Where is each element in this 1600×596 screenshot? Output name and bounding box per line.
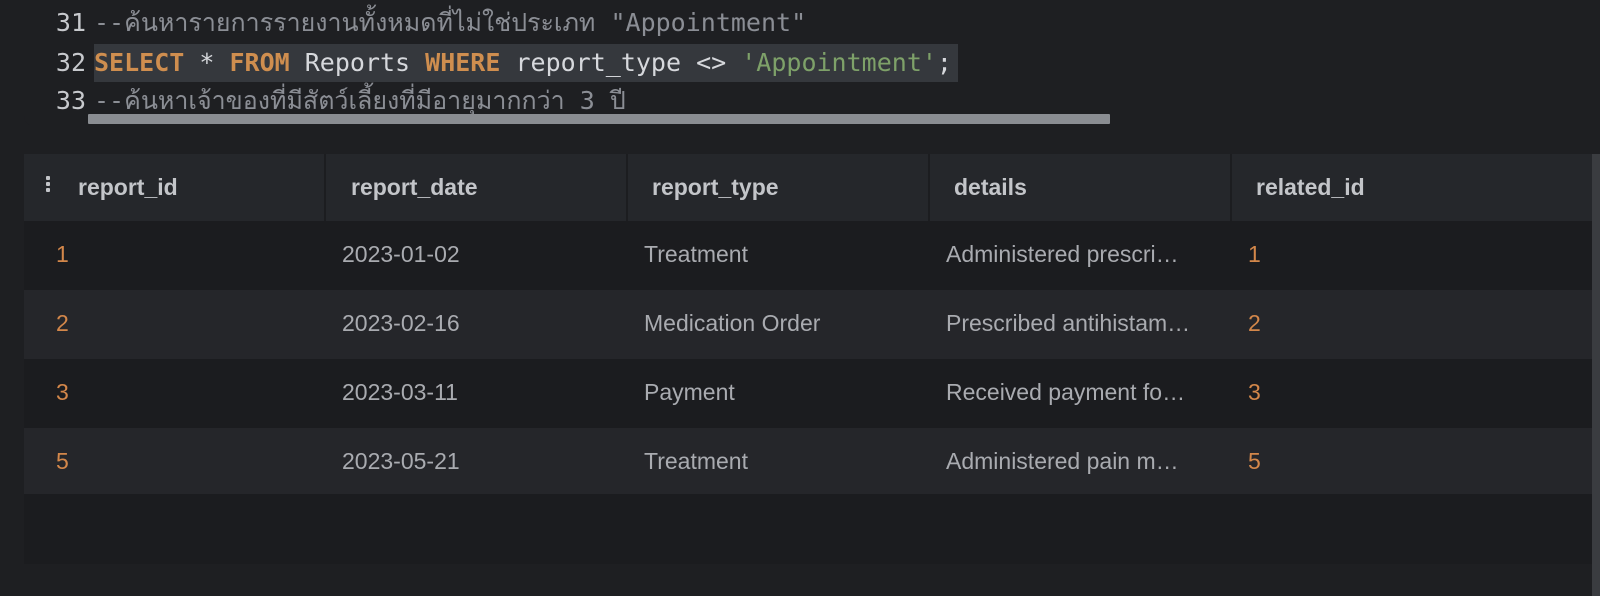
sql-text: * (184, 48, 230, 77)
cell-details[interactable]: Administered prescri… (930, 221, 1232, 290)
column-header-label: related_id (1256, 174, 1365, 200)
cell-report-id[interactable]: 1 (24, 221, 326, 290)
cell-report-id[interactable]: 5 (24, 428, 326, 497)
grid-header: report_id report_date report_type detail… (24, 154, 1600, 221)
cell-report-type[interactable]: Treatment (628, 221, 930, 290)
cell-related-id[interactable]: 2 (1232, 290, 1600, 359)
sql-text: Reports (289, 48, 426, 77)
cell-report-date[interactable]: 2023-01-02 (326, 221, 628, 290)
line-number: 31 (55, 8, 86, 37)
column-header-label: report_type (652, 174, 779, 200)
line-number: 32 (55, 48, 86, 77)
cell-related-id[interactable]: 1 (1232, 221, 1600, 290)
code-line-31: 31 --ค้นหารายการรายงานทั้งหมดที่ไม่ใช่ประ… (24, 4, 806, 42)
code-line-32: 32 SELECT * FROM Reports WHERE report_typ… (24, 44, 958, 82)
cell-details[interactable]: Received payment fo… (930, 359, 1232, 428)
line-number: 33 (55, 86, 86, 115)
vertical-scrollbar[interactable] (1592, 154, 1600, 596)
cell-related-id[interactable]: 5 (1232, 428, 1600, 497)
column-header-label: report_id (78, 174, 178, 200)
cell-details[interactable]: Prescribed antihistam… (930, 290, 1232, 359)
sql-keyword-from: FROM (229, 48, 290, 77)
cell-report-id[interactable]: 3 (24, 359, 326, 428)
column-header-label: report_date (351, 174, 478, 200)
selected-query[interactable]: SELECT * FROM Reports WHERE report_type … (94, 44, 958, 82)
cell-report-type[interactable]: Payment (628, 359, 930, 428)
cell-related-id[interactable]: 3 (1232, 359, 1600, 428)
sql-text: report_type <> (500, 48, 742, 77)
cell-report-type[interactable]: Medication Order (628, 290, 930, 359)
table-row[interactable]: 2 2023-02-16 Medication Order Prescribed… (24, 290, 1600, 359)
sql-string: 'Appointment' (741, 48, 937, 77)
cell-report-date[interactable]: 2023-05-21 (326, 428, 628, 497)
table-row[interactable]: 5 2023-05-21 Treatment Administered pain… (24, 428, 1600, 497)
vertical-dots-icon[interactable] (46, 176, 50, 192)
sql-text: ; (936, 48, 952, 77)
cell-details[interactable]: Administered pain m… (930, 428, 1232, 497)
table-row[interactable]: 1 2023-01-02 Treatment Administered pres… (24, 221, 1600, 290)
empty-grid-area (24, 494, 1600, 564)
cell-report-type[interactable]: Treatment (628, 428, 930, 497)
column-header-details[interactable]: details (930, 154, 1232, 221)
sql-comment: --ค้นหารายการรายงานทั้งหมดที่ไม่ใช่ประเภ… (94, 8, 807, 37)
table-row[interactable]: 3 2023-03-11 Payment Received payment fo… (24, 359, 1600, 428)
column-header-related-id[interactable]: related_id (1232, 154, 1600, 221)
column-header-report-date[interactable]: report_date (326, 154, 628, 221)
cell-report-id[interactable]: 2 (24, 290, 326, 359)
column-header-report-type[interactable]: report_type (628, 154, 930, 221)
cell-report-date[interactable]: 2023-03-11 (326, 359, 628, 428)
cell-report-date[interactable]: 2023-02-16 (326, 290, 628, 359)
column-header-label: details (954, 174, 1027, 200)
results-grid: report_id report_date report_type detail… (24, 154, 1600, 596)
column-header-report-id[interactable]: report_id (24, 154, 326, 221)
sql-keyword-select: SELECT (94, 48, 185, 77)
sql-editor[interactable]: 31 --ค้นหารายการรายงานทั้งหมดที่ไม่ใช่ประ… (24, 0, 1600, 126)
horizontal-scrollbar[interactable] (88, 114, 1110, 124)
sql-keyword-where: WHERE (425, 48, 501, 77)
